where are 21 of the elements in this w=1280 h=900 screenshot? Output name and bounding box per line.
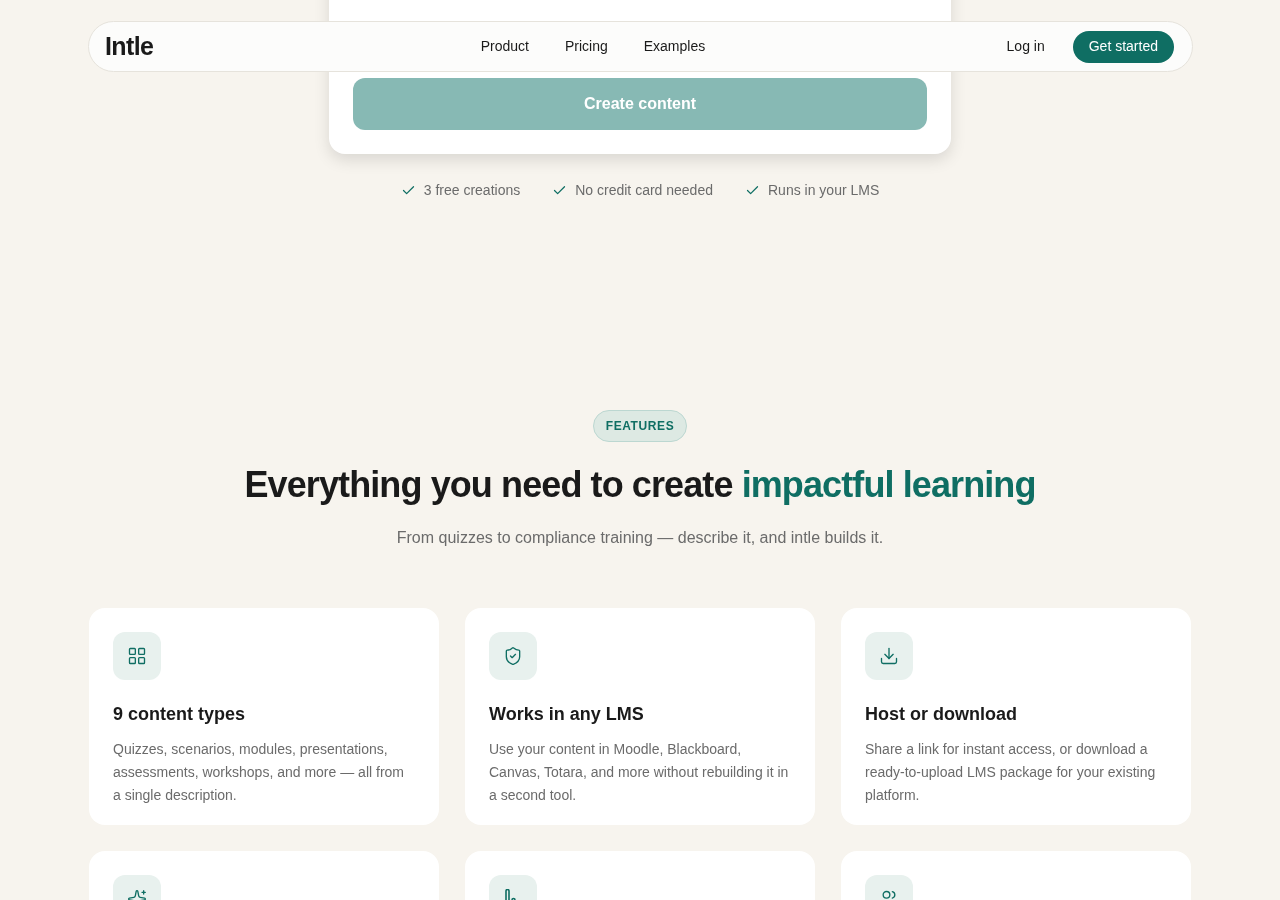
- features-badge: FEATURES: [592, 410, 688, 442]
- download-icon: [879, 646, 899, 666]
- card-title: 9 content types: [113, 703, 247, 726]
- nav-link[interactable]: Product: [480, 36, 529, 57]
- card-title: Host or download: [865, 703, 1018, 726]
- perk-text: No credit card needed: [575, 181, 713, 200]
- card-description: Use your content in Moodle, Blackboard, Canvas, Totara, and more without rebuilding it in a second tool.: [489, 740, 790, 805]
- grid-icon: [127, 646, 147, 666]
- card-description: Quizzes, scenarios, modules, presentations, assessments, workshops, and more — all from a single description.: [113, 740, 405, 805]
- nav-link[interactable]: Pricing: [564, 36, 608, 57]
- card-title: Works in any LMS: [489, 703, 645, 726]
- perk-text: 3 free creations: [423, 181, 521, 200]
- get-started-button[interactable]: Get started: [1072, 30, 1174, 63]
- perk-text: Runs in your LMS: [768, 181, 880, 200]
- card-description: Share a link for instant access, or download a ready-to-upload LMS package for your existing platform.: [865, 740, 1157, 805]
- section-subtitle: From quizzes to compliance training — describe it, and intle builds it.: [396, 528, 884, 548]
- nav-link[interactable]: Examples: [643, 36, 706, 57]
- section-heading: Everything you need to create impactful learning: [244, 463, 1036, 507]
- shield-check-icon: [503, 646, 523, 666]
- login-link[interactable]: Log in: [1006, 36, 1045, 57]
- logo[interactable]: Intle: [105, 27, 154, 66]
